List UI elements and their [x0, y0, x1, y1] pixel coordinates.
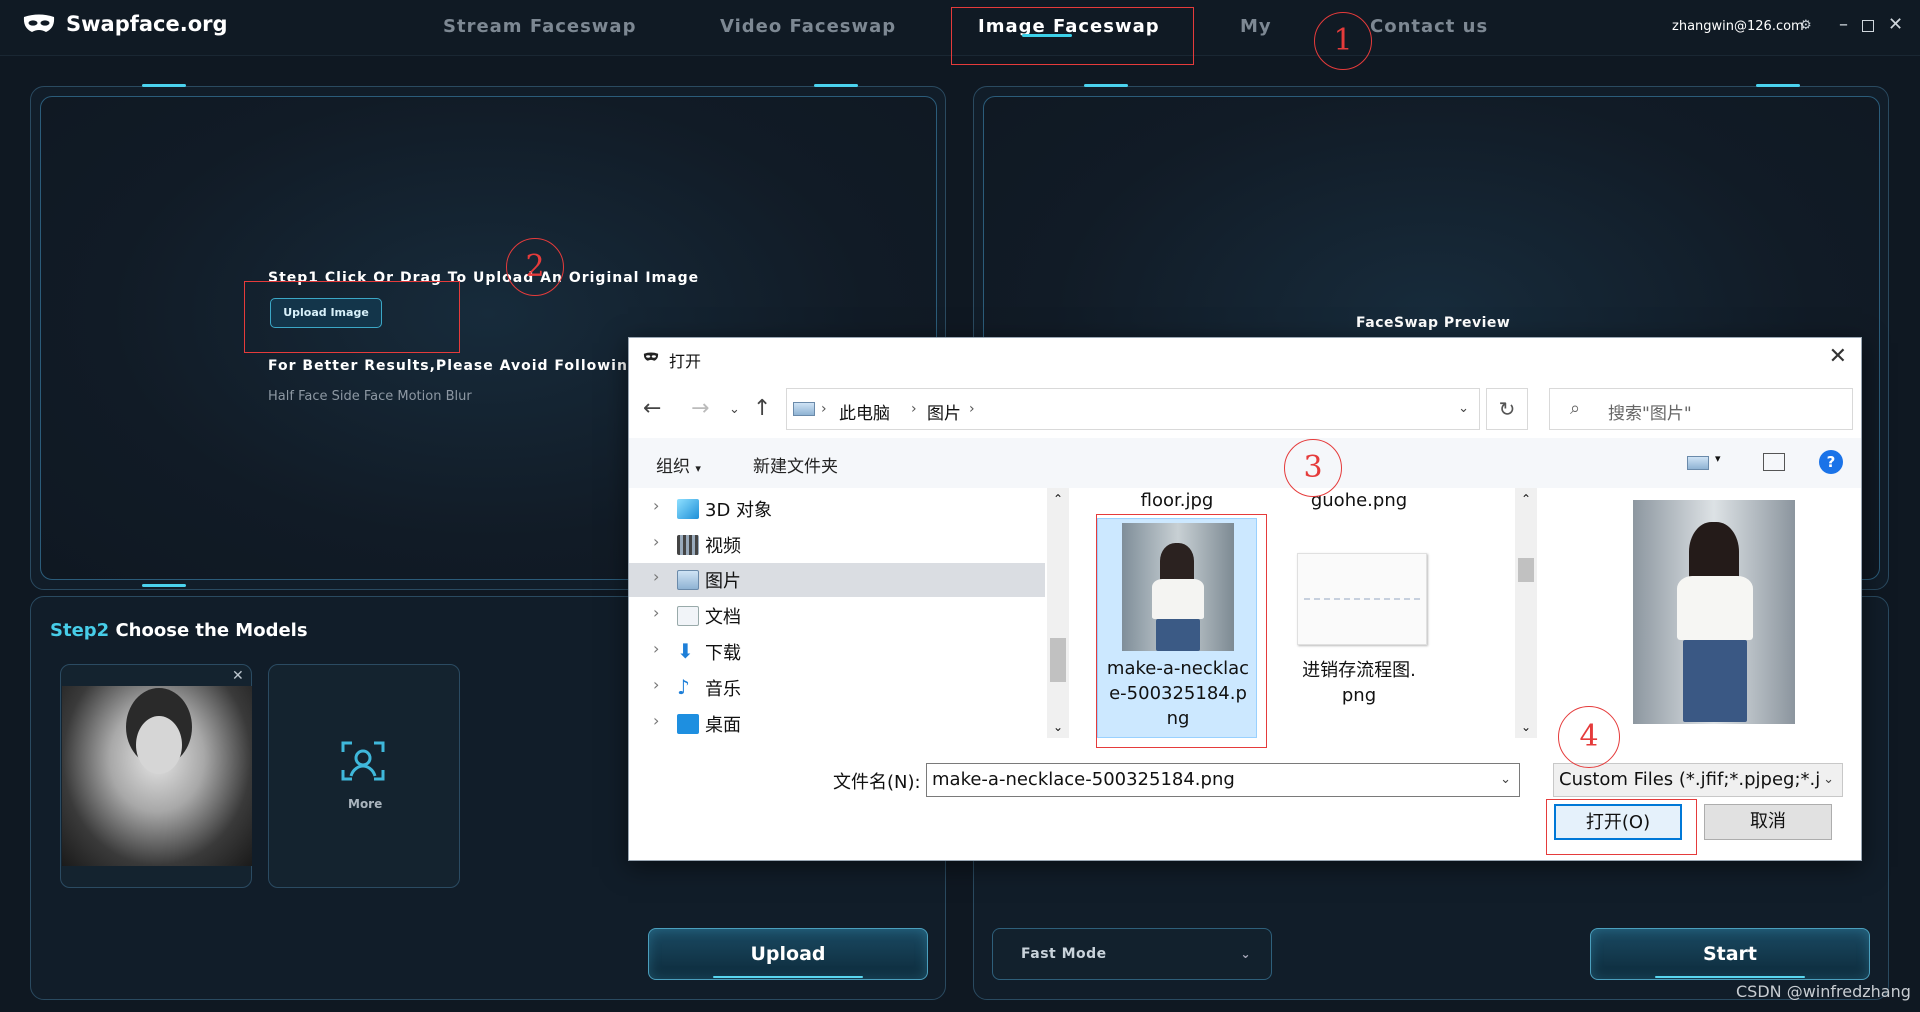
tree-item-3d-objects[interactable]: › 3D 对象: [629, 492, 1045, 526]
tree-item-videos[interactable]: › 视频: [629, 528, 1045, 562]
breadcrumb-pictures[interactable]: 图片: [927, 399, 961, 424]
dialog-close-icon[interactable]: ✕: [1829, 344, 1847, 369]
search-placeholder: 搜索"图片": [1608, 404, 1692, 424]
annotation-marker-4: 4: [1558, 706, 1620, 768]
preview-pane-icon[interactable]: [1763, 453, 1785, 471]
panel-accent: [142, 584, 186, 587]
annotation-box-open: [1546, 799, 1697, 855]
chevron-down-icon[interactable]: ⌄: [1819, 764, 1834, 796]
chevron-down-icon: ⌄: [1240, 947, 1251, 961]
address-bar[interactable]: › 此电脑 › 图片 › ⌄: [786, 388, 1480, 430]
chevron-down-icon[interactable]: ⌄: [1500, 764, 1511, 796]
file-floor[interactable]: floor.jpg: [1097, 488, 1257, 513]
view-dropdown-icon[interactable]: ▾: [1715, 452, 1721, 465]
button-glow-bar: [1655, 976, 1805, 978]
upload-button[interactable]: Upload: [648, 928, 928, 980]
logo-text: Swapface.org: [66, 12, 228, 36]
panel-accent: [1084, 84, 1128, 87]
breadcrumb-separator-icon: ›: [911, 401, 917, 417]
search-icon: ⌕: [1570, 398, 1581, 419]
annotation-box-file: [1096, 514, 1267, 748]
breadcrumb-this-pc[interactable]: 此电脑: [839, 399, 890, 424]
start-button[interactable]: Start: [1590, 928, 1870, 980]
breadcrumb-separator-icon: ›: [969, 401, 975, 417]
dialog-toolbar: 组织 ▾ 新建文件夹 ▾ ?: [629, 438, 1861, 488]
tree-scrollbar[interactable]: ⌃ ⌄: [1047, 488, 1069, 738]
mask-logo-icon: [23, 14, 55, 32]
logo[interactable]: Swapface.org: [22, 12, 228, 36]
more-models-label: More: [348, 797, 383, 811]
history-chevron-icon[interactable]: ⌄: [729, 402, 740, 417]
maximize-icon[interactable]: [1862, 16, 1874, 37]
close-window-icon[interactable]: ✕: [1888, 14, 1903, 35]
new-folder-button[interactable]: 新建文件夹: [753, 452, 838, 477]
tree-item-desktop[interactable]: › 桌面: [629, 707, 1045, 741]
breadcrumb-separator-icon: ›: [821, 401, 827, 417]
file-thumbnail[interactable]: [1297, 553, 1427, 645]
address-dropdown-icon[interactable]: ⌄: [1458, 401, 1469, 416]
tree-item-documents[interactable]: › 文档: [629, 599, 1045, 633]
pictures-folder-icon: [793, 402, 815, 416]
tree-item-pictures[interactable]: › 图片: [629, 563, 1045, 597]
nav-stream-faceswap[interactable]: Stream Faceswap: [443, 16, 636, 37]
mask-logo-icon: [643, 352, 659, 361]
better-results-text: For Better Results,Please Avoid Followin…: [268, 358, 667, 374]
refresh-icon[interactable]: ↻: [1486, 388, 1528, 430]
watermark: CSDN @winfredzhang: [1736, 982, 1911, 1001]
up-arrow-icon[interactable]: ↑: [753, 396, 771, 421]
image-preview: [1633, 500, 1795, 724]
folder-tree: › 3D 对象 › 视频 › 图片 › 文档 › ⬇ 下载 › ♪ 音乐 › 桌面: [629, 488, 1045, 738]
filename-label: 文件名(N):: [833, 772, 921, 793]
nav-my[interactable]: My: [1240, 16, 1272, 37]
minimize-icon[interactable]: –: [1839, 14, 1848, 35]
annotation-marker-1: 1: [1314, 12, 1372, 70]
panel-accent: [1756, 84, 1800, 87]
faceswap-preview-label: FaceSwap Preview: [1356, 315, 1511, 331]
mode-select-value: Fast Mode: [1021, 946, 1107, 962]
search-box[interactable]: ⌕ 搜索"图片": [1549, 388, 1853, 430]
cancel-button[interactable]: 取消: [1704, 804, 1832, 840]
file-flowchart-name[interactable]: 进销存流程图. png: [1279, 658, 1439, 708]
annotation-marker-2: 2: [506, 238, 564, 296]
model-face-image[interactable]: [62, 686, 252, 866]
forward-arrow-icon[interactable]: →: [691, 396, 709, 421]
panel-accent: [814, 84, 858, 87]
help-icon[interactable]: ?: [1819, 450, 1843, 474]
nav-contact-us[interactable]: Contact us: [1370, 16, 1488, 37]
user-email[interactable]: zhangwin@126.com: [1672, 19, 1804, 34]
remove-model-icon[interactable]: ✕: [232, 668, 244, 684]
dialog-title: 打开: [669, 352, 702, 371]
annotation-marker-3: 3: [1284, 439, 1342, 497]
step2-title: Step2 Choose the Models: [50, 620, 308, 641]
annotation-box-nav: [951, 7, 1194, 65]
back-arrow-icon[interactable]: ←: [643, 396, 661, 421]
nav-video-faceswap[interactable]: Video Faceswap: [720, 16, 896, 37]
file-type-filter[interactable]: Custom Files (*.jfif;*.pjpeg;*.jp ⌄: [1553, 763, 1843, 797]
file-scrollbar[interactable]: ⌃ ⌄: [1515, 488, 1537, 738]
mode-select[interactable]: Fast Mode ⌄: [992, 928, 1272, 980]
avoid-list-text: Half Face Side Face Motion Blur: [268, 389, 472, 404]
settings-icon[interactable]: ⚙: [1800, 18, 1812, 33]
face-scan-icon: [341, 741, 385, 781]
tree-item-music[interactable]: › ♪ 音乐: [629, 671, 1045, 705]
filename-input[interactable]: make-a-necklace-500325184.png ⌄: [926, 763, 1520, 797]
view-options-icon[interactable]: [1687, 456, 1709, 470]
button-glow-bar: [713, 976, 863, 978]
panel-accent: [142, 84, 186, 87]
tree-item-downloads[interactable]: › ⬇ 下载: [629, 635, 1045, 669]
dialog-titlebar: 打开 ✕: [629, 338, 1861, 378]
organize-menu[interactable]: 组织 ▾: [656, 452, 701, 477]
annotation-box-upload: [244, 281, 460, 353]
